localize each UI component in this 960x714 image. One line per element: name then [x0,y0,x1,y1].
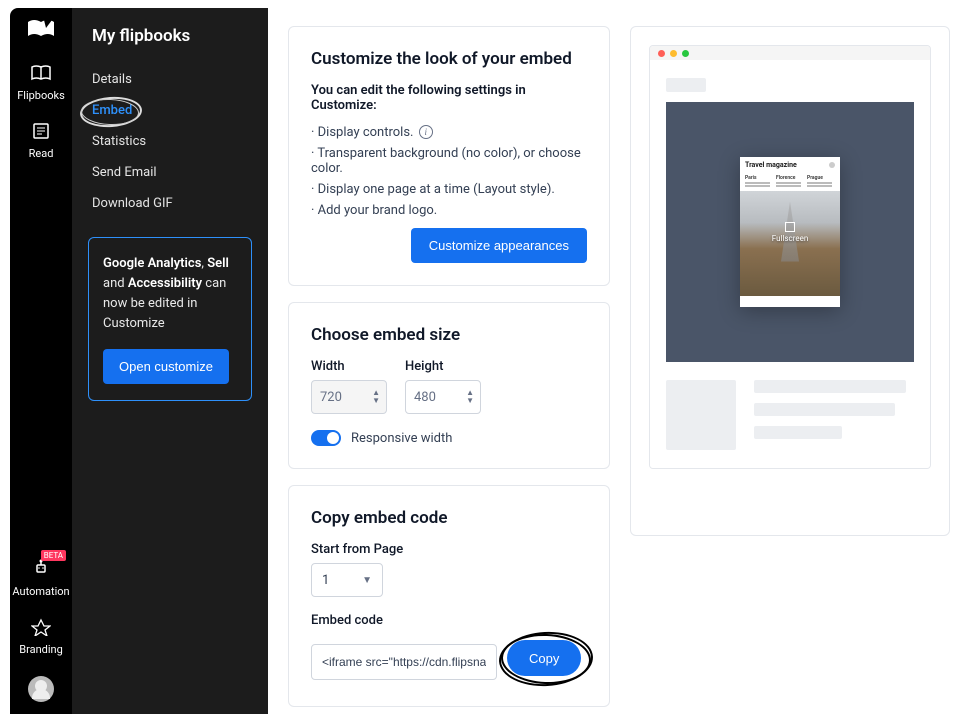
rail-item-branding[interactable]: Branding [19,618,63,656]
customize-appearances-button[interactable]: Customize appearances [411,228,587,263]
open-customize-button[interactable]: Open customize [103,349,229,384]
height-input[interactable]: 480 ▲▼ [405,380,481,414]
embed-size-card: Choose embed size Width 720 ▲▼ Height 48… [288,302,610,469]
branding-icon [31,618,51,639]
info-callout: Google Analytics, Sell and Accessibility… [88,237,252,401]
rail-item-flipbooks[interactable]: Flipbooks [17,64,65,102]
embed-code-input[interactable] [311,644,497,680]
skeleton-content [666,380,914,450]
browser-titlebar [650,46,930,60]
rail-label: Flipbooks [17,89,65,102]
fullscreen-icon [785,222,795,232]
start-page-label: Start from Page [311,542,587,557]
customize-item: · Add your brand logo. [311,203,587,218]
sidebar-link-details[interactable]: Details [72,64,268,95]
embed-preview-hero: Travel magazine Paris Florence Prague [666,102,914,362]
magazine-logo-icon [829,162,835,168]
read-icon [32,122,50,143]
main-content: Customize the look of your embed You can… [268,8,950,714]
sidebar-title: My flipbooks [72,26,268,64]
nav-rail: Flipbooks Read BETA Automation Branding [10,8,72,714]
copy-embed-card: Copy embed code Start from Page 1 ▼ Embe… [288,485,610,707]
app-logo[interactable] [26,18,56,40]
sidebar: My flipbooks Details Embed Statistics Se… [72,8,268,714]
rail-label: Read [29,147,54,160]
automation-icon [31,558,51,581]
start-page-select[interactable]: 1 ▼ [311,563,383,597]
width-input[interactable]: 720 ▲▼ [311,380,387,414]
copy-button[interactable]: Copy [507,640,581,676]
window-minimize-icon [670,50,677,57]
customize-subheading: You can edit the following settings in C… [311,83,587,113]
sidebar-link-statistics[interactable]: Statistics [72,126,268,157]
toggle-label: Responsive width [351,431,452,446]
height-label: Height [405,359,481,374]
width-label: Width [311,359,387,374]
user-avatar[interactable] [28,676,54,702]
sidebar-link-send-email[interactable]: Send Email [72,157,268,188]
customize-item: · Display controls. i [311,125,587,140]
spinner-icon[interactable]: ▲▼ [372,389,380,405]
beta-badge: BETA [41,550,66,561]
sidebar-link-download-gif[interactable]: Download GIF [72,188,268,219]
info-icon[interactable]: i [419,125,433,139]
customize-item: · Display one page at a time (Layout sty… [311,182,587,197]
customize-heading: Customize the look of your embed [311,49,587,69]
customize-item: · Transparent background (no color), or … [311,146,587,176]
rail-item-read[interactable]: Read [29,122,54,160]
window-maximize-icon [682,50,689,57]
chevron-down-icon: ▼ [362,575,372,586]
browser-mock: Travel magazine Paris Florence Prague [649,45,931,469]
customize-card: Customize the look of your embed You can… [288,26,610,286]
fullscreen-overlay[interactable]: Fullscreen [772,222,809,243]
responsive-width-toggle[interactable] [311,430,341,446]
rail-item-automation[interactable]: Automation [12,558,69,598]
rail-label: Automation [12,585,69,598]
size-heading: Choose embed size [311,325,587,345]
copy-heading: Copy embed code [311,508,587,528]
preview-panel: Travel magazine Paris Florence Prague [630,26,950,536]
magazine-title: Travel magazine [745,161,797,169]
embed-code-label: Embed code [311,613,587,628]
flipbook-icon [30,64,52,85]
sidebar-link-embed[interactable]: Embed [72,95,268,126]
rail-label: Branding [19,643,63,656]
skeleton-brand [666,78,706,92]
window-close-icon [658,50,665,57]
spinner-icon[interactable]: ▲▼ [466,389,474,405]
